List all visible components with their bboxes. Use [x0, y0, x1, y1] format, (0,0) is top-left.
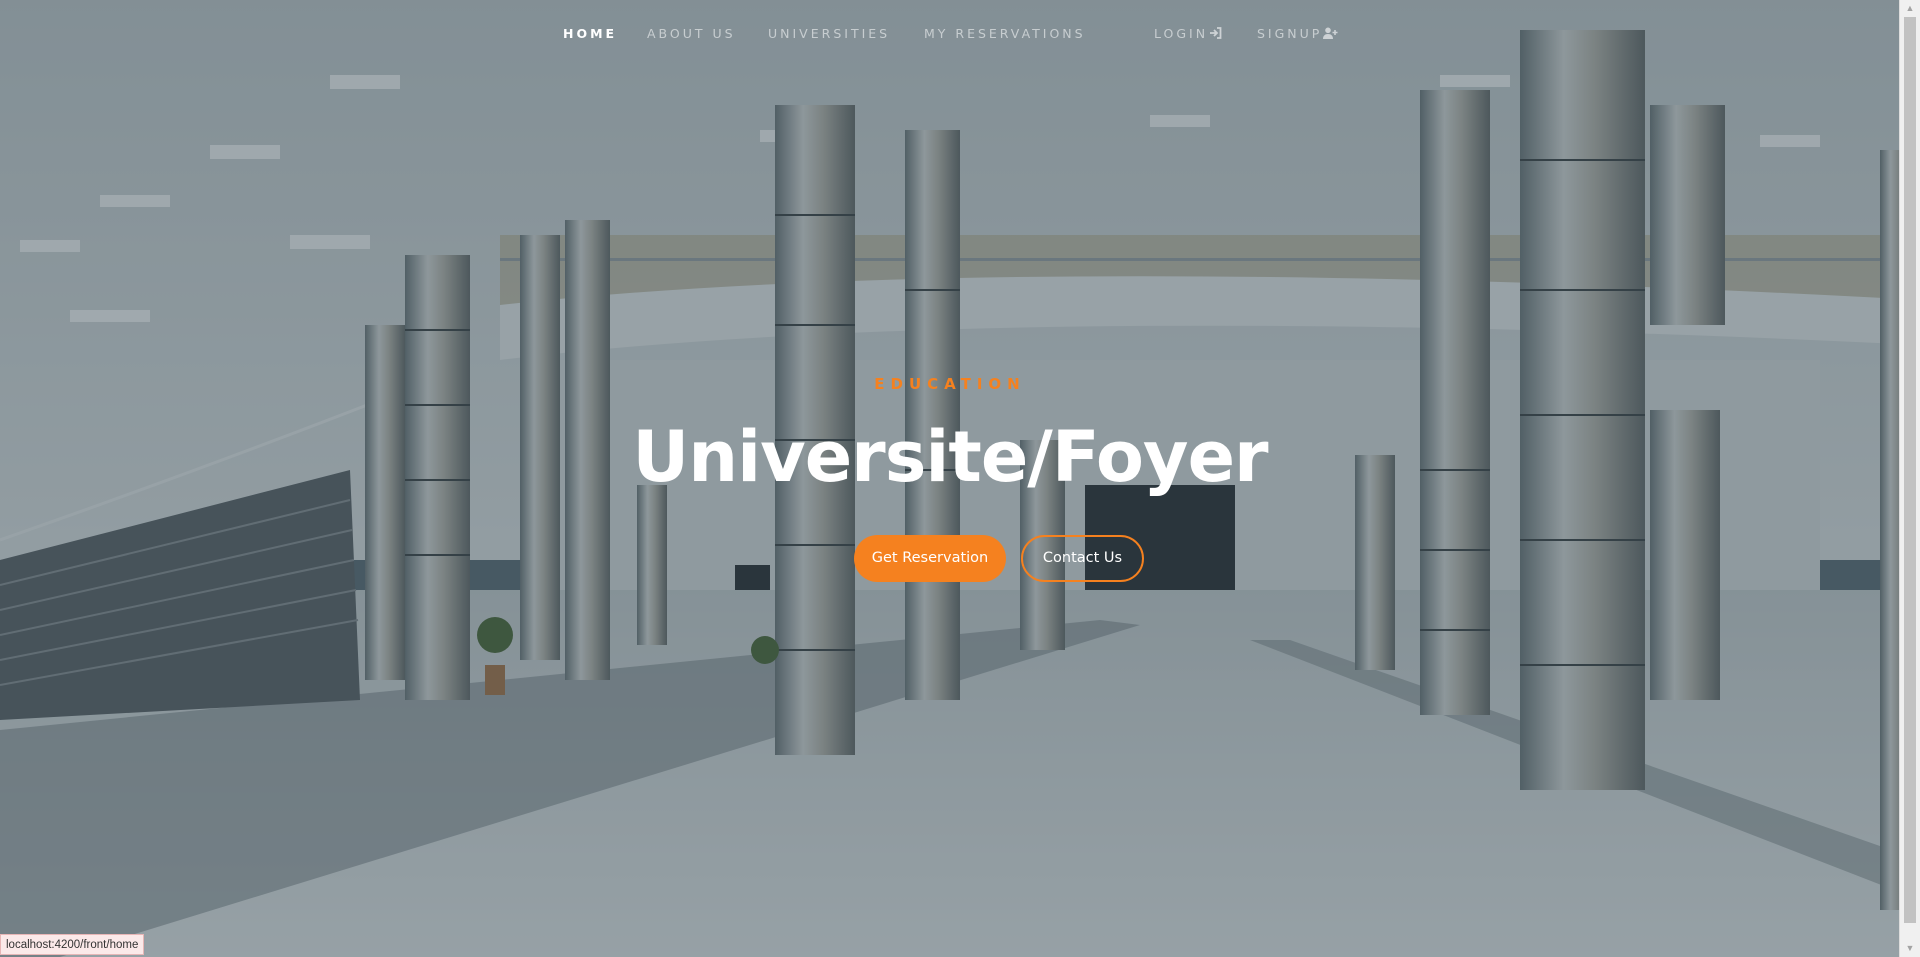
page: HOME ABOUT US UNIVERSITIES MY RESERVATIO…: [0, 0, 1920, 957]
hero-title: Universite/Foyer: [632, 416, 1268, 498]
status-bar-url: localhost:4200/front/home: [0, 934, 145, 955]
nav-home[interactable]: HOME: [563, 26, 617, 41]
nav-universities[interactable]: UNIVERSITIES: [768, 26, 890, 41]
sign-in-icon: [1209, 27, 1222, 42]
user-plus-icon: [1323, 27, 1338, 42]
scroll-up-arrow-icon[interactable]: ▲: [1900, 0, 1920, 17]
get-reservation-button[interactable]: Get Reservation: [854, 535, 1006, 582]
nav-about-us[interactable]: ABOUT US: [647, 26, 736, 41]
nav-login[interactable]: LOGIN: [1154, 26, 1222, 42]
nav-my-reservations[interactable]: MY RESERVATIONS: [924, 26, 1086, 41]
scroll-down-arrow-icon[interactable]: ▼: [1900, 940, 1920, 957]
contact-us-button[interactable]: Contact Us: [1021, 535, 1144, 582]
hero-kicker: EDUCATION: [874, 375, 1026, 393]
top-navbar: HOME ABOUT US UNIVERSITIES MY RESERVATIO…: [0, 0, 1900, 68]
nav-login-label: LOGIN: [1154, 26, 1209, 41]
vertical-scrollbar[interactable]: ▲ ▼: [1899, 0, 1920, 957]
scrollbar-thumb[interactable]: [1904, 17, 1916, 923]
nav-signup-label: SIGNUP: [1257, 26, 1323, 41]
nav-signup[interactable]: SIGNUP: [1257, 26, 1338, 42]
